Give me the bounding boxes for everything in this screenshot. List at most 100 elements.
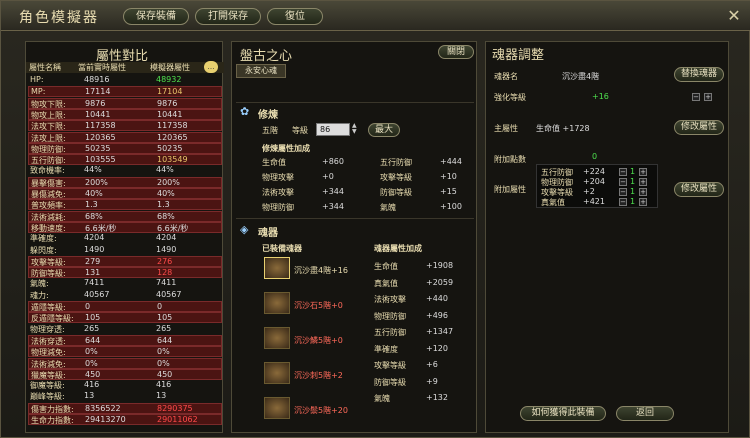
level-stepper-icon[interactable]: ▲ ▼ bbox=[352, 123, 360, 136]
extra-minus-button[interactable]: − bbox=[619, 198, 627, 206]
soul-name-label: 魂器名 bbox=[494, 72, 518, 81]
attr-current: 416 bbox=[84, 380, 100, 390]
soul-item-label[interactable]: 沉沙刺5階+2 bbox=[294, 370, 343, 381]
attr-simulator: 44% bbox=[156, 165, 174, 175]
table-row: 傷害力指數: 8356522 8290375 bbox=[28, 402, 222, 414]
back-button[interactable]: 返回 bbox=[616, 406, 674, 421]
extra-attr-value: +2 bbox=[583, 187, 595, 196]
table-row: 移動速度: 6.6米/秒 6.6米/秒 bbox=[28, 221, 222, 233]
attr-name: MP: bbox=[31, 87, 46, 97]
soul-stat-name: 物理防御 bbox=[374, 311, 406, 321]
train-stat-value: +10 bbox=[440, 172, 457, 181]
modify-extra-attr-button[interactable]: 修改屬性 bbox=[674, 182, 724, 197]
soul-gem-icon[interactable] bbox=[264, 257, 290, 279]
table-row: 氣魄: 7411 7411 bbox=[28, 278, 222, 289]
attr-current: 200% bbox=[85, 177, 108, 187]
table-row: 物攻上限: 10441 10441 bbox=[28, 108, 222, 120]
table-row: 獵魔等級: 450 450 bbox=[28, 368, 222, 380]
attr-current: 13 bbox=[84, 391, 95, 401]
attr-simulator: 416 bbox=[156, 380, 172, 390]
extra-plus-button[interactable]: + bbox=[639, 178, 647, 186]
attr-name: 準確度: bbox=[30, 234, 57, 244]
header-simulator: 模擬器屬性 bbox=[150, 63, 190, 72]
close-icon[interactable]: ✕ bbox=[723, 5, 745, 27]
level-input[interactable]: 86 bbox=[316, 123, 350, 136]
attr-name: 躲閃度: bbox=[30, 245, 57, 255]
attr-name: 氣魄: bbox=[30, 279, 49, 289]
soul-gem-icon[interactable] bbox=[264, 292, 290, 314]
attr-current: 7411 bbox=[84, 278, 105, 288]
table-row: 躲閃度: 1490 1490 bbox=[28, 245, 222, 256]
enhance-minus-button[interactable]: − bbox=[692, 93, 700, 101]
table-row: 法術減耗: 68% 68% bbox=[28, 210, 222, 222]
attr-simulator: 17104 bbox=[157, 87, 183, 97]
tab-eternal-soul[interactable]: 永安心魂 bbox=[236, 64, 286, 78]
soul-stat-value: +1347 bbox=[426, 327, 454, 336]
extra-attr-points: 1 bbox=[630, 177, 636, 186]
soul-stat-value: +120 bbox=[426, 343, 448, 353]
extra-minus-button[interactable]: − bbox=[619, 188, 627, 196]
train-stat-value: +100 bbox=[440, 202, 462, 211]
pangu-heart-title: 盤古之心 bbox=[240, 49, 293, 64]
train-stat-name: 攻擊等級 bbox=[380, 173, 412, 182]
attr-current: 450 bbox=[85, 369, 101, 379]
reset-button[interactable]: 復位 bbox=[267, 8, 323, 25]
soul-gem-icon[interactable] bbox=[264, 362, 290, 384]
enhance-plus-button[interactable]: + bbox=[704, 93, 712, 101]
attr-simulator: 0% bbox=[157, 347, 170, 357]
train-stat-value: +15 bbox=[440, 187, 457, 196]
attr-simulator: 10441 bbox=[157, 109, 183, 119]
attr-simulator: 9876 bbox=[157, 98, 178, 108]
train-stat-value: +0 bbox=[322, 172, 334, 181]
attr-current: 44% bbox=[84, 165, 102, 175]
attr-current: 40% bbox=[85, 189, 103, 198]
table-row: 御魔等級: 416 416 bbox=[28, 380, 222, 391]
attr-current: 68% bbox=[85, 211, 103, 221]
soul-gem-icon[interactable] bbox=[264, 327, 290, 349]
train-stat-value: +860 bbox=[322, 157, 344, 166]
table-row: 遁隱等級: 0 0 bbox=[28, 301, 222, 312]
attr-current: 29413270 bbox=[85, 415, 126, 424]
table-row: 物攻下限: 9876 9876 bbox=[28, 97, 222, 109]
extra-attr-name: 真氣值 bbox=[541, 198, 565, 207]
extra-plus-button[interactable]: + bbox=[639, 198, 647, 206]
attr-current: 103555 bbox=[85, 155, 116, 165]
close-button[interactable]: 關閉 bbox=[438, 45, 474, 59]
soul-item-label[interactable]: 沉沙石5階+0 bbox=[294, 300, 343, 311]
extra-plus-button[interactable]: + bbox=[639, 168, 647, 176]
max-button[interactable]: 最大 bbox=[368, 123, 400, 137]
train-stat-name: 生命值 bbox=[262, 158, 286, 167]
soul-device-title: 魂器 bbox=[258, 228, 278, 239]
training-section: ✿ 修煉 五階 等級 86 ▲ ▼ 最大 修煉屬性加成 生命值 +860 五行防御 +4… bbox=[236, 102, 474, 212]
extra-attr-points: 1 bbox=[630, 197, 636, 206]
attr-simulator: 50235 bbox=[157, 143, 183, 153]
soul-adjust-title: 魂器調整 bbox=[492, 48, 545, 63]
open-save-button[interactable]: 打開保存 bbox=[195, 8, 261, 25]
attr-current: 131 bbox=[85, 268, 101, 278]
replace-soul-button[interactable]: 替換魂器 bbox=[674, 67, 724, 82]
diamond-icon: ◈ bbox=[240, 223, 249, 236]
attr-current: 265 bbox=[84, 323, 100, 333]
extra-minus-button[interactable]: − bbox=[619, 168, 627, 176]
extra-attr-list: 五行防御 +224−1 + 物理防御 +204−1 + 攻擊等級 +2−1 + 真氣值 +421−1… bbox=[536, 164, 658, 208]
table-row: 法術穿透: 644 644 bbox=[28, 334, 222, 346]
table-row: 物理防御: 50235 50235 bbox=[28, 142, 222, 154]
main-attr-label: 主屬性 bbox=[494, 124, 518, 133]
how-to-obtain-button[interactable]: 如何獲得此裝備 bbox=[520, 406, 606, 421]
equipped-title: 已裝備魂器 bbox=[262, 244, 302, 253]
soul-item-label[interactable]: 沉沙鬃5階+20 bbox=[294, 405, 348, 416]
window-title: 角色模擬器 bbox=[19, 10, 99, 26]
soul-item-label[interactable]: 沉沙盡4階+16 bbox=[294, 265, 348, 276]
extra-minus-button[interactable]: − bbox=[619, 178, 627, 186]
table-row: 普攻頻率: 1.3 1.3 bbox=[28, 199, 222, 211]
header-name: 屬性名稱 bbox=[29, 63, 61, 72]
chat-bubble-icon[interactable]: … bbox=[204, 61, 218, 73]
save-equipment-button[interactable]: 保存裝備 bbox=[123, 8, 189, 25]
soul-stat-value: +6 bbox=[426, 360, 438, 369]
attr-current: 279 bbox=[85, 256, 101, 266]
modify-main-attr-button[interactable]: 修改屬性 bbox=[674, 120, 724, 135]
extra-plus-button[interactable]: + bbox=[639, 188, 647, 196]
train-stat-name: 物理防御 bbox=[262, 203, 294, 212]
soul-item-label[interactable]: 沉沙鱗5階+0 bbox=[294, 335, 343, 346]
soul-gem-icon[interactable] bbox=[264, 397, 290, 419]
